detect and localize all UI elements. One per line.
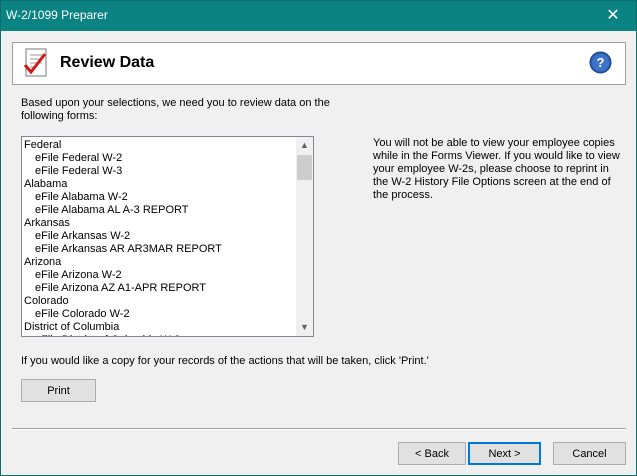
preparer-window: W-2/1099 Preparer ✕ Review Data ? Based …: [0, 0, 637, 476]
list-item-form[interactable]: eFile Alabama AL A-3 REPORT: [24, 204, 295, 217]
list-item-form[interactable]: eFile Federal W-3: [24, 165, 295, 178]
next-button[interactable]: Next >: [468, 442, 541, 465]
print-hint: If you would like a copy for your record…: [21, 355, 429, 367]
print-button[interactable]: Print: [21, 379, 96, 402]
page-title: Review Data: [60, 54, 155, 71]
list-item-form[interactable]: eFile Arizona W-2: [24, 269, 295, 282]
list-item-group[interactable]: Arkansas: [24, 217, 295, 230]
title-bar: W-2/1099 Preparer ✕: [1, 1, 636, 31]
document-check-icon: [23, 48, 47, 77]
list-item-group[interactable]: Alabama: [24, 178, 295, 191]
header-panel: Review Data ?: [12, 42, 626, 85]
help-icon[interactable]: ?: [589, 51, 612, 74]
list-item-group[interactable]: Federal: [24, 139, 295, 152]
divider: [12, 428, 626, 430]
list-item-form[interactable]: eFile Arkansas W-2: [24, 230, 295, 243]
close-icon[interactable]: ✕: [590, 1, 636, 31]
scroll-up-arrow-icon[interactable]: ▲: [296, 137, 313, 154]
list-item-form[interactable]: eFile Arizona AZ A1-APR REPORT: [24, 282, 295, 295]
scroll-thumb[interactable]: [297, 155, 312, 180]
intro-text: Based upon your selections, we need you …: [21, 97, 330, 122]
listbox-scrollbar[interactable]: ▲ ▼: [296, 137, 313, 336]
list-item-group[interactable]: Colorado: [24, 295, 295, 308]
back-button[interactable]: < Back: [398, 442, 466, 465]
list-item-group[interactable]: Arizona: [24, 256, 295, 269]
list-item-form[interactable]: eFile Colorado W-2: [24, 308, 295, 321]
scroll-down-arrow-icon[interactable]: ▼: [296, 319, 313, 336]
forms-listbox[interactable]: Federal eFile Federal W-2 eFile Federal W-…: [21, 136, 314, 337]
list-item-form[interactable]: eFile Arkansas AR AR3MAR REPORT: [24, 243, 295, 256]
svg-text:?: ?: [597, 55, 605, 70]
list-item-form[interactable]: eFile District of Columbia W-2: [24, 334, 295, 336]
list-item-form[interactable]: eFile Federal W-2: [24, 152, 295, 165]
forms-list: Federal eFile Federal W-2 eFile Federal W-…: [24, 139, 295, 336]
list-item-group[interactable]: District of Columbia: [24, 321, 295, 334]
list-item-form[interactable]: eFile Alabama W-2: [24, 191, 295, 204]
employee-copies-note: You will not be able to view your employ…: [373, 137, 620, 201]
window-title: W-2/1099 Preparer: [6, 8, 108, 22]
cancel-button[interactable]: Cancel: [553, 442, 626, 465]
